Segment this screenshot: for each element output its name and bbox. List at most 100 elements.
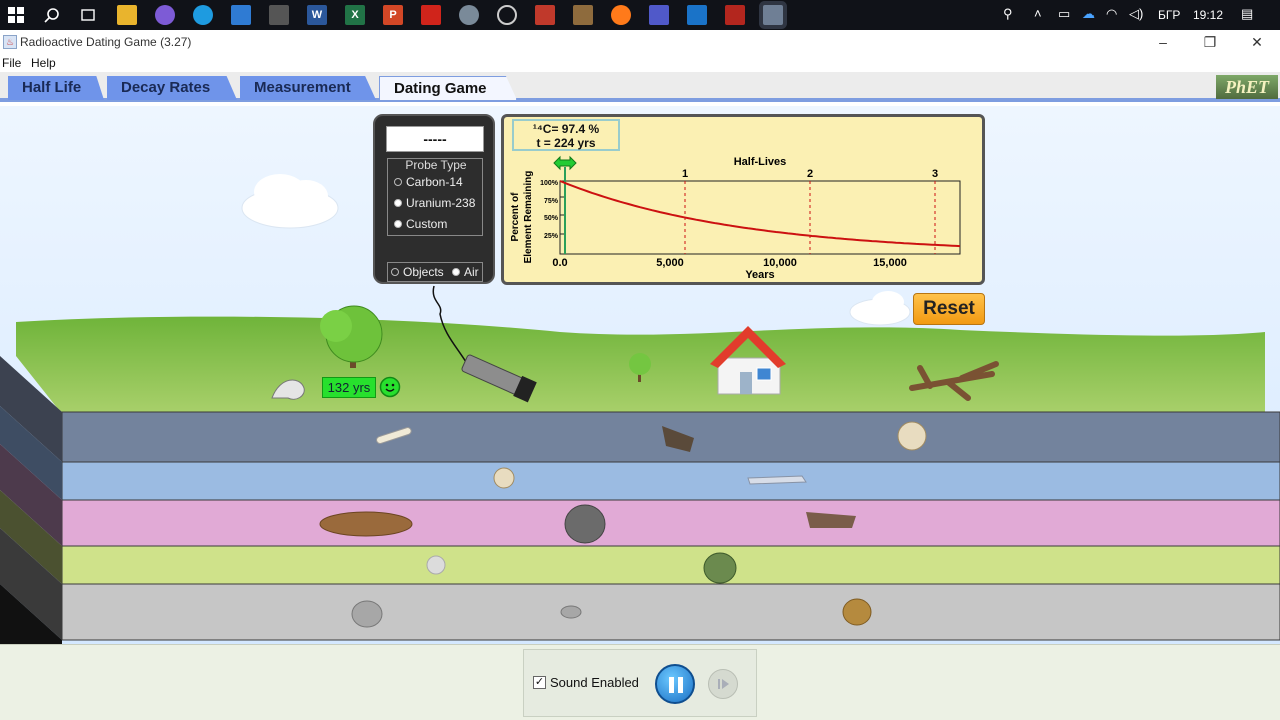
rock-gray-2 — [560, 605, 582, 619]
radio-custom[interactable]: Custom — [394, 217, 447, 231]
rock-gray-1 — [351, 600, 383, 628]
app-icon-circle[interactable] — [497, 5, 517, 25]
menu-file[interactable]: File — [2, 56, 21, 70]
ytick-50: 50% — [544, 215, 559, 222]
xtick-15000: 15,000 — [873, 257, 907, 269]
media-player-icon[interactable] — [725, 5, 745, 25]
probe-type-title: Probe Type — [405, 158, 467, 172]
edge-icon[interactable] — [193, 5, 213, 25]
radio-label: Objects — [403, 265, 444, 279]
tab-measurement[interactable]: Measurement — [240, 76, 376, 100]
probe-type-group: Probe Type Carbon-14 Uranium-238 Custom — [387, 158, 483, 236]
volume-icon[interactable]: ◁) — [1129, 6, 1143, 22]
time-readout: t = 224 yrs — [536, 136, 596, 150]
layer-2 — [61, 461, 1280, 501]
human-skull-top — [897, 421, 927, 451]
input-language[interactable]: БГР — [1158, 8, 1180, 22]
search-icon[interactable] — [42, 5, 62, 25]
java-app-taskbar-icon[interactable] — [763, 5, 783, 25]
window-titlebar: ♨ Radioactive Dating Game (3.27) – ❐ ✕ — [0, 30, 1280, 54]
clock[interactable]: 19:12 — [1193, 8, 1223, 22]
reset-button[interactable]: Reset — [913, 293, 985, 325]
notifications-icon[interactable]: ▤ — [1241, 6, 1253, 22]
task-view-icon[interactable] — [78, 5, 98, 25]
percent-readout: ¹⁴C= 97.4 % — [532, 122, 600, 136]
radio-air[interactable]: Air — [452, 265, 479, 279]
step-forward-icon — [718, 679, 729, 689]
chevron-up-icon[interactable]: ˄ — [1034, 6, 1042, 21]
radio-label: Uranium-238 — [406, 196, 476, 210]
powerpoint-icon[interactable]: P — [383, 5, 403, 25]
app-icon-gray[interactable] — [459, 5, 479, 25]
probe-panel: ----- Probe Type Carbon-14 Uranium-238 C… — [373, 114, 495, 284]
tab-half-life[interactable]: Half Life — [8, 76, 104, 100]
small-pebble — [426, 555, 446, 575]
excel-icon[interactable]: X — [345, 5, 365, 25]
acrobat-icon[interactable] — [421, 5, 441, 25]
word-icon[interactable]: W — [307, 5, 327, 25]
app-icon-blue[interactable] — [231, 5, 251, 25]
windows-taskbar: W X P ⚲ ˄ ▭ ☁ ◠ ◁) БГР 19:12 ▤ — [0, 0, 1280, 30]
y-axis-label-line2: Element Remaining — [523, 171, 534, 264]
restore-button[interactable]: ❐ — [1200, 32, 1220, 52]
decay-curve — [559, 180, 961, 248]
xtick-0: 0.0 — [552, 257, 567, 269]
radio-circle-icon — [391, 268, 399, 276]
minimize-button[interactable]: – — [1153, 32, 1173, 52]
x-axis-label: Years — [745, 269, 774, 281]
fossil-fish-large — [319, 511, 413, 537]
xtick-10000: 10,000 — [763, 257, 797, 269]
ytick-25: 25% — [544, 233, 559, 240]
radio-uranium-238[interactable]: Uranium-238 — [394, 196, 475, 210]
ytick-75: 75% — [544, 198, 559, 205]
radio-circle-icon — [452, 268, 460, 276]
radio-circle-icon — [394, 199, 402, 207]
app-icon-brown[interactable] — [573, 5, 593, 25]
probe-readout: ----- — [386, 126, 484, 152]
windows-start-icon[interactable] — [6, 5, 26, 25]
teams-icon[interactable] — [649, 5, 669, 25]
close-button[interactable]: ✕ — [1247, 32, 1267, 52]
pause-button[interactable] — [655, 664, 695, 704]
probe-target-group: Objects Air — [387, 262, 483, 282]
photos-icon[interactable] — [687, 5, 707, 25]
menu-help[interactable]: Help — [31, 56, 56, 70]
rock-brown — [842, 598, 872, 626]
java-cup-icon: ♨ — [3, 35, 17, 49]
radio-label: Carbon-14 — [406, 175, 463, 189]
phet-logo[interactable]: PhET — [1216, 75, 1278, 99]
firefox-icon[interactable] — [611, 5, 631, 25]
tree-age-label: 132 yrs — [322, 377, 376, 398]
tab-dating-game[interactable]: Dating Game — [379, 76, 517, 100]
step-button[interactable] — [708, 669, 738, 699]
radio-circle-icon — [394, 178, 402, 186]
viber-icon[interactable] — [155, 5, 175, 25]
app-icon-red[interactable] — [535, 5, 555, 25]
tab-bar: Half Life Decay Rates Measurement Dating… — [0, 72, 1280, 102]
file-explorer-icon[interactable] — [117, 5, 137, 25]
people-icon[interactable]: ⚲ — [1003, 6, 1013, 22]
y-axis-label-line1: Percent of — [510, 192, 521, 242]
clock-control-panel: ✓ Sound Enabled — [523, 649, 757, 717]
radio-label: Custom — [406, 217, 448, 231]
half-lives-title: Half-Lives — [734, 156, 787, 168]
human-skull-mid — [493, 467, 515, 489]
radio-label: Air — [464, 265, 479, 279]
calculator-icon[interactable] — [269, 5, 289, 25]
onedrive-icon[interactable]: ☁ — [1082, 6, 1095, 22]
wifi-icon[interactable]: ◠ — [1106, 6, 1117, 22]
layer-5 — [61, 583, 1280, 641]
menu-bar: File Help — [0, 54, 1280, 72]
window-title: Radioactive Dating Game (3.27) — [20, 35, 192, 49]
decay-readout: ¹⁴C= 97.4 % t = 224 yrs — [512, 119, 620, 151]
pause-icon — [669, 677, 683, 693]
half-life-tick-3: 3 — [932, 168, 938, 180]
radio-carbon-14[interactable]: Carbon-14 — [394, 175, 463, 189]
radio-objects[interactable]: Objects — [391, 265, 444, 279]
gray-rock — [564, 504, 606, 544]
tab-decay-rates[interactable]: Decay Rates — [107, 76, 237, 100]
sound-label[interactable]: Sound Enabled — [550, 675, 639, 690]
radio-circle-icon — [394, 220, 402, 228]
fish-skeleton — [747, 475, 807, 485]
sound-checkbox[interactable]: ✓ — [533, 676, 546, 689]
